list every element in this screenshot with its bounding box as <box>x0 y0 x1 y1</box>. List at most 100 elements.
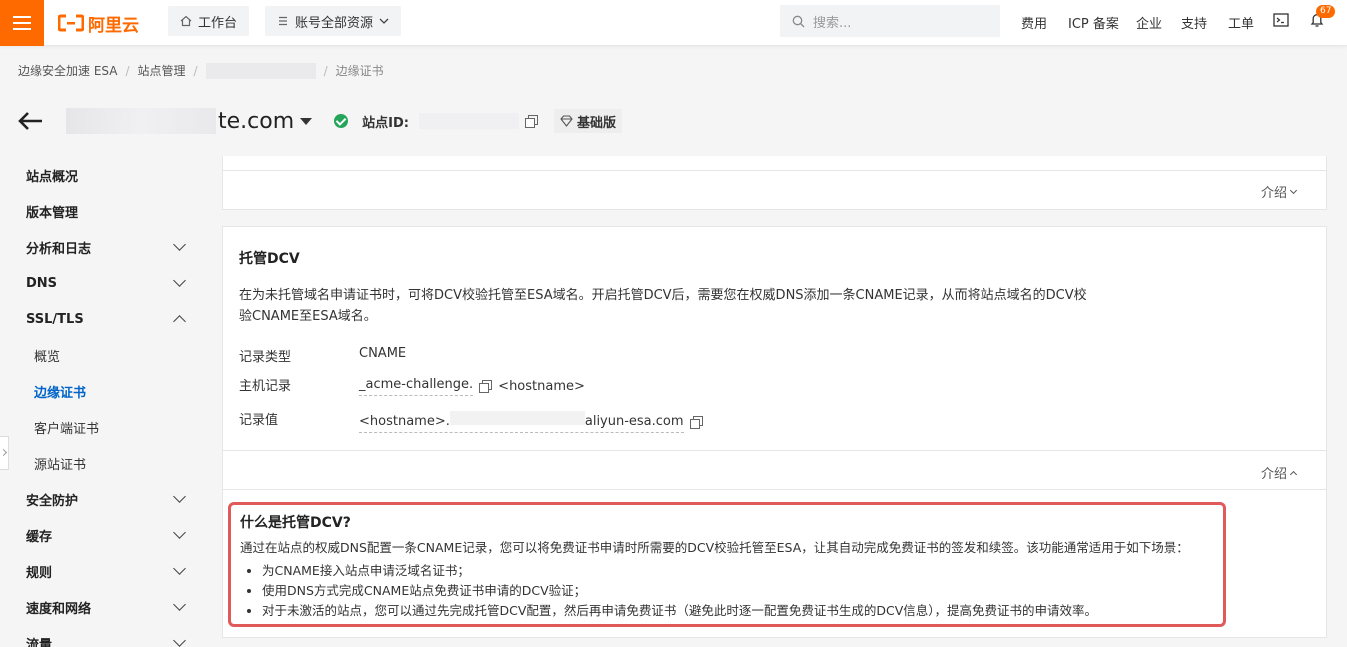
previous-section-card: 介绍 <box>222 156 1327 210</box>
sidebar-item-versions[interactable]: 版本管理 <box>26 201 190 221</box>
hamburger-menu-button[interactable] <box>0 0 44 46</box>
top-link-support[interactable]: 支持 <box>1181 13 1207 32</box>
top-link-icp[interactable]: ICP 备案 <box>1068 13 1119 32</box>
record-value-text: <hostname>. aliyun-esa.com <box>359 411 684 433</box>
sidebar-item-label: 版本管理 <box>26 205 79 221</box>
chevron-down-icon <box>173 490 186 503</box>
sidebar-item-label: 概览 <box>34 349 61 365</box>
record-type-label: 记录类型 <box>239 350 292 365</box>
chevron-down-icon <box>173 238 186 251</box>
section-title: 托管DCV <box>239 251 300 267</box>
host-record-text: _acme-challenge. <box>359 377 474 396</box>
record-type-value: CNAME <box>359 346 406 361</box>
aliyun-logo-icon <box>58 14 84 32</box>
sidebar-item-label: 安全防护 <box>26 493 79 509</box>
copy-icon[interactable] <box>524 114 538 128</box>
breadcrumb-separator: / <box>125 63 130 78</box>
divider <box>223 170 1326 171</box>
resources-label: 账号全部资源 <box>295 15 374 31</box>
sidebar-subitem-origin-certificates[interactable]: 源站证书 <box>34 453 198 473</box>
top-link-ticket[interactable]: 工单 <box>1228 13 1254 32</box>
chevron-up-icon <box>1289 470 1298 478</box>
top-link-enterprise[interactable]: 企业 <box>1136 13 1162 32</box>
site-header: te.com 站点ID: 基础版 <box>18 104 622 138</box>
back-arrow-icon[interactable] <box>18 111 44 131</box>
sidebar-item-label: 分析和日志 <box>26 241 92 257</box>
site-name[interactable]: te.com <box>218 109 294 134</box>
record-value-redacted <box>449 411 585 425</box>
sidebar-subitem-ssl-overview[interactable]: 概览 <box>34 345 198 365</box>
intro-toggle[interactable]: 介绍 <box>1260 182 1298 201</box>
sidebar-item-label: 缓存 <box>26 529 53 545</box>
sidebar-item-label: DNS <box>26 275 58 291</box>
sidebar-item-traffic[interactable]: 流量 <box>26 633 190 647</box>
record-value-prefix: <hostname>. <box>359 414 450 429</box>
chevron-down-icon <box>173 634 186 647</box>
section-description: 在为未托管域名申请证书时，可将DCV校验托管至ESA域名。开启托管DCV后，需要… <box>239 288 1087 324</box>
sidebar-item-label: 站点概况 <box>26 169 79 185</box>
sidebar-item-dns[interactable]: DNS <box>26 273 190 293</box>
workbench-label: 工作台 <box>198 15 238 31</box>
record-value-value: <hostname>. aliyun-esa.com <box>359 411 703 433</box>
search-input[interactable]: 搜索... <box>780 5 1000 37</box>
sidebar-item-label: 源站证书 <box>34 457 87 473</box>
sidebar: 站点概况 版本管理 分析和日志 DNS SSL/TLS 概览 边缘证书 客户端证… <box>0 158 200 647</box>
record-value-suffix: aliyun-esa.com <box>584 414 684 429</box>
list-icon <box>279 16 287 26</box>
divider <box>223 489 1326 490</box>
aliyun-logo[interactable]: 阿里云 <box>58 12 139 36</box>
chevron-up-icon <box>173 315 186 328</box>
sidebar-item-rules[interactable]: 规则 <box>26 561 190 581</box>
site-name-redacted <box>66 108 216 134</box>
search-placeholder: 搜索... <box>813 15 852 31</box>
intro-toggle-label: 介绍 <box>1260 467 1287 482</box>
breadcrumb-current: 边缘证书 <box>335 64 384 78</box>
resources-dropdown[interactable]: 账号全部资源 <box>265 6 402 36</box>
diamond-icon <box>560 115 573 127</box>
workbench-button[interactable]: 工作台 <box>168 6 250 36</box>
breadcrumb-separator: / <box>323 63 328 78</box>
home-icon <box>180 15 192 27</box>
sidebar-collapse-handle[interactable] <box>0 436 9 470</box>
sidebar-item-cache[interactable]: 缓存 <box>26 525 190 545</box>
breadcrumb-separator: / <box>193 63 198 78</box>
sidebar-subitem-edge-certificates[interactable]: 边缘证书 <box>34 381 198 401</box>
plan-label: 基础版 <box>576 115 616 131</box>
chevron-down-icon <box>173 562 186 575</box>
chevron-down-icon <box>379 18 389 24</box>
host-record-label: 主机记录 <box>239 379 292 394</box>
brand-name: 阿里云 <box>88 15 139 36</box>
top-link-billing[interactable]: 费用 <box>1021 13 1047 32</box>
sidebar-item-analytics[interactable]: 分析和日志 <box>26 237 190 257</box>
record-type-text: CNAME <box>359 346 407 361</box>
callout-bullet-list: 为CNAME接入站点申请泛域名证书； 使用DNS方式完成CNAME站点免费证书申… <box>240 561 1214 621</box>
callout-title: 什么是托管DCV? <box>240 515 351 531</box>
chevron-down-icon <box>173 526 186 539</box>
dcv-intro-callout: 什么是托管DCV? 通过在站点的权威DNS配置一条CNAME记录，您可以将免费证… <box>228 502 1226 627</box>
copy-icon[interactable] <box>689 415 703 429</box>
sidebar-item-security[interactable]: 安全防护 <box>26 489 190 509</box>
list-item: 为CNAME接入站点申请泛域名证书； <box>262 561 1214 581</box>
host-record-value: _acme-challenge. <hostname> <box>359 377 585 396</box>
breadcrumb: 边缘安全加速 ESA / 站点管理 / / 边缘证书 <box>18 62 384 79</box>
sidebar-item-ssl-tls[interactable]: SSL/TLS <box>26 309 190 329</box>
breadcrumb-item-site-management[interactable]: 站点管理 <box>138 62 186 79</box>
sidebar-item-overview[interactable]: 站点概况 <box>26 165 190 185</box>
site-id-value-redacted <box>418 113 519 129</box>
search-icon <box>792 15 805 27</box>
sidebar-item-speed-network[interactable]: 速度和网络 <box>26 597 190 617</box>
breadcrumb-item-esa[interactable]: 边缘安全加速 ESA <box>18 62 117 79</box>
callout-description: 通过在站点的权威DNS配置一条CNAME记录，您可以将免费证书申请时所需要的DC… <box>240 540 1189 555</box>
terminal-icon[interactable] <box>1273 13 1289 27</box>
breadcrumb-item-site-redacted[interactable] <box>205 62 316 79</box>
list-item: 使用DNS方式完成CNAME站点免费证书申请的DCV验证； <box>262 581 1214 601</box>
site-id-label: 站点ID: <box>362 115 409 131</box>
copy-icon[interactable] <box>479 380 493 393</box>
host-record-suffix: <hostname> <box>498 379 585 394</box>
record-value-label: 记录值 <box>239 413 279 428</box>
intro-toggle-label: 介绍 <box>1260 186 1287 201</box>
sidebar-subitem-client-certificates[interactable]: 客户端证书 <box>34 417 198 437</box>
site-switch-caret-icon[interactable] <box>300 117 313 125</box>
sidebar-item-label: 规则 <box>26 565 53 581</box>
intro-toggle[interactable]: 介绍 <box>1260 463 1298 482</box>
